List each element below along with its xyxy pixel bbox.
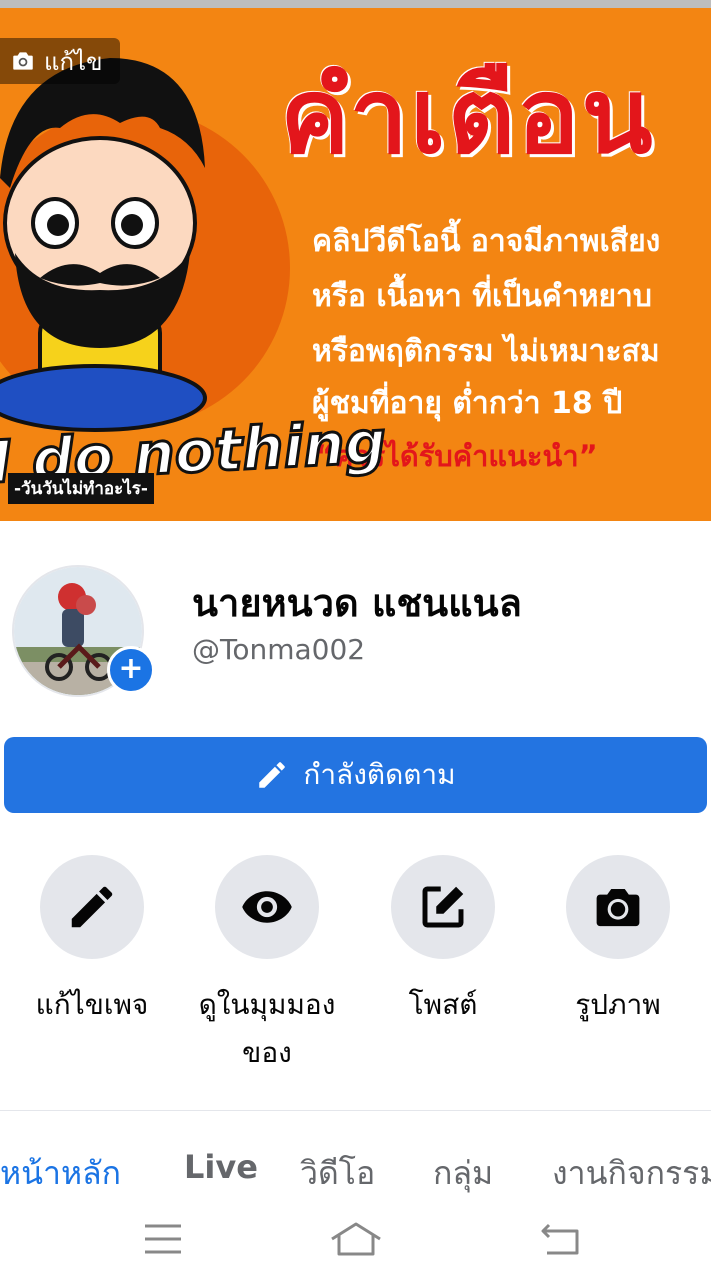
tab-events[interactable]: งานกิจกรรม [552, 1148, 711, 1199]
menu-icon [145, 1224, 181, 1254]
photo-button[interactable] [566, 855, 670, 959]
cartoon-character-illustration [0, 58, 207, 432]
edit-page-label: แก้ไขเพจ [35, 988, 149, 1021]
home-button[interactable] [326, 1214, 386, 1264]
pencil-icon [259, 762, 286, 788]
tab-videos[interactable]: วิดีโอ [300, 1148, 375, 1199]
post-button[interactable] [391, 855, 495, 959]
camera-icon [13, 52, 33, 70]
add-story-button[interactable]: + [107, 646, 155, 694]
edit-cover-button[interactable]: แก้ไข [0, 38, 121, 84]
warning-line: หรือพฤติกรรม ไม่เหมาะสม [312, 334, 660, 369]
page-title: นายหนวด แชนแนล [192, 581, 522, 625]
edit-page-action[interactable]: แก้ไขเพจ [7, 855, 177, 1029]
system-navigation-bar [0, 1200, 711, 1280]
pencil-icon [71, 886, 113, 928]
cover-slogan-sub: -วันวันไม่ทำอะไร- [8, 473, 154, 504]
recent-apps-button[interactable] [133, 1214, 193, 1264]
tab-home[interactable]: หน้าหลัก [0, 1148, 121, 1199]
following-button-label: กำลังติดตาม [303, 758, 456, 791]
page-username: @Tonma002 [192, 633, 366, 666]
back-icon [541, 1223, 579, 1255]
compose-icon [422, 886, 464, 928]
post-action[interactable]: โพสต์ [358, 855, 528, 1029]
edit-cover-label: แก้ไข [44, 47, 103, 76]
warning-line: คลิปวีดีโอนี้ อาจมีภาพเสียง [312, 224, 661, 259]
status-bar-strip [0, 0, 711, 8]
tab-groups[interactable]: กลุ่ม [433, 1148, 493, 1199]
warning-line: หรือ เนื้อหา ที่เป็นคำหยาบ [312, 279, 652, 314]
view-as-label: ดูในมุมมองของ [198, 988, 336, 1069]
warning-title: คำเตือน [280, 55, 655, 177]
view-as-button[interactable] [215, 855, 319, 959]
photo-action[interactable]: รูปภาพ [533, 855, 703, 1029]
view-as-action[interactable]: ดูในมุมมองของ [182, 855, 352, 1077]
cover-photo[interactable]: แก้ไข คำเตือน คลิปวีดีโอนี้ อาจมีภาพเสีย… [0, 8, 711, 521]
home-icon [331, 1222, 381, 1256]
section-divider [0, 1110, 711, 1111]
edit-page-button[interactable] [40, 855, 144, 959]
post-label: โพสต์ [408, 988, 478, 1021]
photo-label: รูปภาพ [575, 988, 661, 1021]
back-button[interactable] [530, 1214, 590, 1264]
camera-icon [596, 889, 640, 927]
following-button[interactable]: กำลังติดตาม [4, 737, 707, 813]
tab-live[interactable]: Live [184, 1148, 258, 1186]
eye-icon [242, 891, 292, 923]
